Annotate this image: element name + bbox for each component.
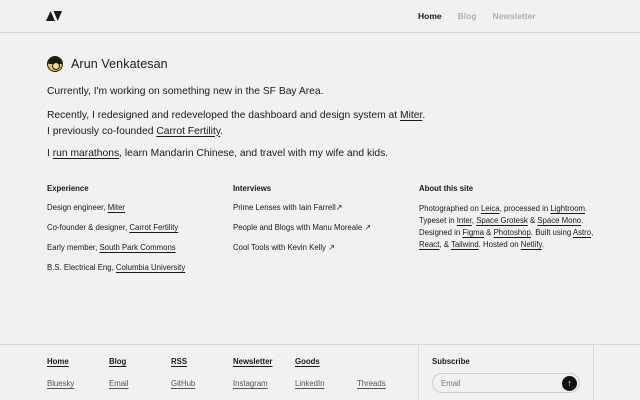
figma-link[interactable]: Figma: [462, 228, 484, 237]
experience-title: Experience: [47, 184, 89, 193]
experience-item: Design engineer, Miter: [47, 203, 126, 212]
interview-link[interactable]: Prime Lenses with Iain Farrell↗: [233, 203, 371, 213]
avatar: [47, 56, 63, 72]
footer-bluesky-link[interactable]: Bluesky: [47, 379, 74, 388]
tailwind-link[interactable]: Tailwind: [451, 240, 479, 249]
footer-divider: [418, 345, 419, 400]
intro-paragraph-1: Currently, I'm working on something new …: [47, 86, 324, 97]
interview-link[interactable]: Cool Tools with Kevin Kelly ↗: [233, 243, 371, 253]
experience-item: Early member, South Park Commons: [47, 243, 176, 252]
subscribe-title: Subscribe: [432, 357, 470, 366]
intro-paragraph-2: Recently, I redesigned and redeveloped t…: [47, 110, 426, 137]
interviews-title: Interviews: [233, 184, 272, 193]
inter-link[interactable]: Inter: [457, 216, 472, 225]
experience-link[interactable]: Miter: [108, 203, 125, 212]
interview-link[interactable]: People and Blogs with Manu Moreale ↗: [233, 223, 371, 233]
external-arrow-icon: ↗: [335, 203, 343, 212]
miter-link[interactable]: Miter: [400, 110, 422, 121]
lightroom-link[interactable]: Lightroom: [550, 204, 585, 213]
nav-blog-link[interactable]: Blog: [458, 11, 477, 21]
footer-divider: [593, 345, 594, 400]
experience-column: Experience Design engineer, Miter Co-fou…: [47, 184, 185, 283]
external-arrow-icon: ↗: [328, 243, 335, 252]
footer-rss-link[interactable]: RSS: [171, 357, 187, 366]
name-row: Arun Venkatesan: [47, 56, 427, 72]
footer-newsletter-link[interactable]: Newsletter: [233, 357, 272, 366]
footer-home-link[interactable]: Home: [47, 357, 69, 366]
space-mono-link[interactable]: Space Mono: [537, 216, 581, 225]
footer-email-link[interactable]: Email: [109, 379, 129, 388]
astro-link[interactable]: Astro: [573, 228, 591, 237]
arrow-up-icon: ↑: [567, 378, 572, 388]
subscribe-email-input[interactable]: [441, 378, 551, 389]
intro-paragraph-3: I run marathons, learn Mandarin Chinese,…: [47, 148, 389, 159]
footer-github-link[interactable]: GitHub: [171, 379, 195, 388]
experience-link[interactable]: Carrot Fertility: [129, 223, 178, 232]
author-name: Arun Venkatesan: [71, 57, 168, 71]
netlify-link[interactable]: Netlify: [521, 240, 542, 249]
about-column: About this site Photographed on Leica, p…: [419, 184, 594, 251]
footer-threads-link[interactable]: Threads: [357, 379, 386, 388]
interviews-column: Interviews Prime Lenses with Iain Farrel…: [233, 184, 371, 263]
photoshop-link[interactable]: Photoshop: [494, 228, 531, 237]
external-arrow-icon: ↗: [364, 223, 371, 232]
site-logo-icon[interactable]: [46, 11, 62, 21]
space-grotesk-link[interactable]: Space Grotesk: [476, 216, 528, 225]
experience-link[interactable]: Columbia University: [116, 263, 185, 272]
site-header: Home Blog Newsletter: [0, 0, 640, 33]
nav-newsletter-link[interactable]: Newsletter: [493, 11, 536, 21]
about-text: Photographed on Leica, processed in Ligh…: [419, 204, 594, 249]
subscribe-form: ↑: [432, 373, 580, 393]
experience-item: Co-founder & designer, Carrot Fertility: [47, 223, 179, 232]
footer-linkedin-link[interactable]: LinkedIn: [295, 379, 324, 388]
subscribe-submit-button[interactable]: ↑: [562, 376, 577, 391]
carrot-fertility-link[interactable]: Carrot Fertility: [156, 126, 220, 137]
experience-link[interactable]: South Park Commons: [99, 243, 175, 252]
nav-home-link[interactable]: Home: [418, 11, 442, 21]
intro-section: Arun Venkatesan Currently, I'm working o…: [47, 56, 427, 159]
run-marathons-link[interactable]: run marathons: [53, 148, 119, 159]
leica-link[interactable]: Leica: [481, 204, 500, 213]
about-title: About this site: [419, 184, 474, 193]
experience-item: B.S. Electrical Eng, Columbia University: [47, 263, 186, 272]
footer-blog-link[interactable]: Blog: [109, 357, 126, 366]
footer-goods-link[interactable]: Goods: [295, 357, 320, 366]
react-link[interactable]: React: [419, 240, 439, 249]
footer-instagram-link[interactable]: Instagram: [233, 379, 268, 388]
main-nav: Home Blog Newsletter: [418, 11, 552, 21]
